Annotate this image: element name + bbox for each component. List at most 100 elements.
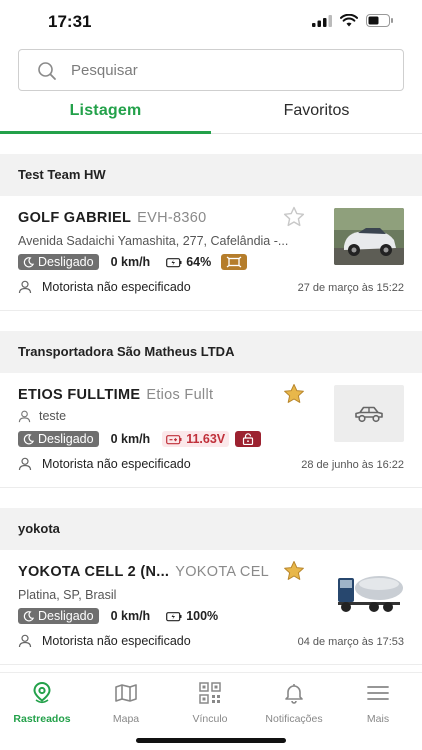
nav-mapa[interactable]: Mapa xyxy=(84,681,168,725)
search-icon xyxy=(38,62,56,80)
nav-label: Notificações xyxy=(265,713,323,725)
tab-listagem[interactable]: Listagem xyxy=(0,96,211,134)
bell-icon xyxy=(285,684,303,704)
battery-level-icon xyxy=(166,434,182,444)
search-input[interactable] xyxy=(71,50,391,90)
nav-label: Mapa xyxy=(112,713,140,725)
vehicle-title: YOKOTA CELL 2 (N... YOKOTA CEL xyxy=(18,564,269,580)
menu-icon xyxy=(367,686,389,700)
moon-icon xyxy=(23,433,34,444)
battery-value: 64% xyxy=(186,255,212,269)
vehicle-address: Avenida Sadaichi Yamashita, 277, Cafelân… xyxy=(18,234,289,248)
driver-info: Motorista não especificado xyxy=(18,457,191,471)
vehicle-name: ETIOS FULLTIME xyxy=(18,387,141,403)
vehicle-row[interactable]: ETIOS FULLTIME Etios Fullt teste Desligad… xyxy=(0,373,422,488)
vehicle-user-name: teste xyxy=(39,409,67,423)
star-outline-icon[interactable] xyxy=(282,205,306,229)
battery-value: 100% xyxy=(186,609,219,623)
device-status-chip xyxy=(221,254,248,270)
battery-level-icon xyxy=(166,257,182,267)
person-icon xyxy=(18,457,32,471)
truck-photo-icon xyxy=(334,562,404,619)
vehicle-plate: YOKOTA CEL xyxy=(175,564,270,580)
star-filled-icon[interactable] xyxy=(282,382,306,406)
group-header: Test Team HW xyxy=(0,154,422,196)
vehicle-address: Platina, SP, Brasil xyxy=(18,588,117,602)
group-header: yokota xyxy=(0,508,422,550)
group-spacer xyxy=(0,488,422,508)
vehicle-plate: Etios Fullt xyxy=(146,387,214,403)
nav-notificacoes[interactable]: Notificações xyxy=(252,681,336,725)
speed-value: 0 km/h xyxy=(110,432,151,446)
ignition-status-label: Desligado xyxy=(38,609,94,623)
wifi-icon xyxy=(340,14,358,27)
nav-vinculo[interactable]: Vínculo xyxy=(168,681,252,725)
last-update-time: 28 de junho às 16:22 xyxy=(301,459,404,471)
nav-label: Rastreados xyxy=(13,713,71,725)
location-pin-icon xyxy=(33,681,51,704)
vehicle-user: teste xyxy=(18,409,66,423)
car-icon xyxy=(355,406,383,422)
vehicle-thumbnail[interactable] xyxy=(334,208,404,265)
driver-name: Motorista não especificado xyxy=(42,280,191,294)
moon-icon xyxy=(23,610,34,621)
vehicle-name: YOKOTA CELL 2 (N... xyxy=(18,564,170,580)
driver-name: Motorista não especificado xyxy=(42,634,191,648)
speed-value: 0 km/h xyxy=(110,255,151,269)
driver-name: Motorista não especificado xyxy=(42,457,191,471)
tab-bar: Listagem Favoritos xyxy=(0,96,422,134)
home-indicator[interactable] xyxy=(136,738,286,743)
expand-frame-icon xyxy=(226,256,242,268)
vehicle-thumbnail[interactable] xyxy=(334,562,404,619)
speed-value: 0 km/h xyxy=(110,609,151,623)
vehicle-badges: Desligado 0 km/h 64% xyxy=(18,254,248,270)
car-photo-icon xyxy=(334,208,404,265)
group-header: Transportadora São Matheus LTDA xyxy=(0,331,422,373)
battery-level-icon xyxy=(166,611,182,621)
status-time: 17:31 xyxy=(48,12,92,31)
ignition-status-badge: Desligado xyxy=(18,608,99,624)
nav-label: Vínculo xyxy=(192,713,228,725)
vehicle-list[interactable]: Test Team HW GOLF GABRIEL EVH-8360 Avenid… xyxy=(0,154,422,665)
status-bar: 17:31 xyxy=(0,0,422,44)
qr-code-icon xyxy=(199,682,221,704)
nav-mais[interactable]: Mais xyxy=(336,681,420,725)
person-icon xyxy=(18,410,31,422)
ignition-status-badge: Desligado xyxy=(18,254,99,270)
nav-label: Mais xyxy=(366,713,390,725)
person-icon xyxy=(18,280,32,294)
battery-badge: 64% xyxy=(162,254,215,270)
vehicle-plate: EVH-8360 xyxy=(137,210,207,226)
unlock-icon xyxy=(243,433,254,445)
battery-icon xyxy=(366,14,393,27)
lock-status-chip xyxy=(235,431,262,447)
driver-info: Motorista não especificado xyxy=(18,634,191,648)
vehicle-badges: Desligado 0 km/h 11.63V xyxy=(18,431,262,447)
tab-favoritos[interactable]: Favoritos xyxy=(211,96,422,134)
search-bar[interactable] xyxy=(18,49,404,91)
status-icons xyxy=(312,14,394,27)
vehicle-title: ETIOS FULLTIME Etios Fullt xyxy=(18,387,213,403)
person-icon xyxy=(18,634,32,648)
battery-badge: 100% xyxy=(162,608,222,624)
nav-rastreados[interactable]: Rastreados xyxy=(0,681,84,725)
active-tab-indicator xyxy=(0,131,211,134)
ignition-status-label: Desligado xyxy=(38,255,94,269)
map-icon xyxy=(115,684,137,702)
vehicle-row[interactable]: GOLF GABRIEL EVH-8360 Avenida Sadaichi Ya… xyxy=(0,196,422,311)
signal-icon xyxy=(312,14,332,27)
vehicle-badges: Desligado 0 km/h 100% xyxy=(18,608,222,624)
last-update-time: 27 de março às 15:22 xyxy=(297,282,404,294)
last-update-time: 04 de março às 17:53 xyxy=(297,636,404,648)
vehicle-row[interactable]: YOKOTA CELL 2 (N... YOKOTA CEL Platina, S… xyxy=(0,550,422,665)
moon-icon xyxy=(23,256,34,267)
ignition-status-label: Desligado xyxy=(38,432,94,446)
ignition-status-badge: Desligado xyxy=(18,431,99,447)
vehicle-thumbnail[interactable] xyxy=(334,385,404,442)
battery-badge: 11.63V xyxy=(162,431,230,447)
star-filled-icon[interactable] xyxy=(282,559,306,583)
vehicle-name: GOLF GABRIEL xyxy=(18,210,132,226)
vehicle-title: GOLF GABRIEL EVH-8360 xyxy=(18,210,206,226)
battery-value: 11.63V xyxy=(186,432,226,446)
group-spacer xyxy=(0,311,422,331)
